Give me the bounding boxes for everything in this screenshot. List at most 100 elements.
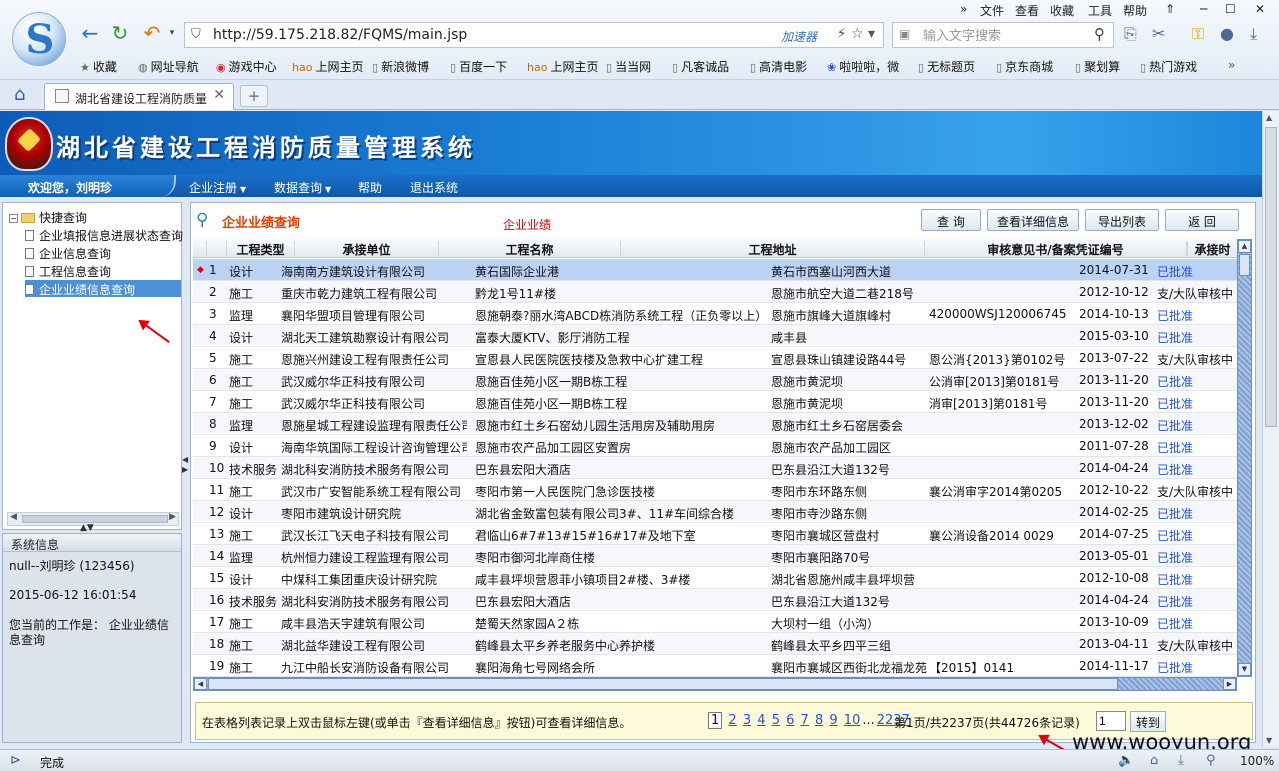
row-status[interactable]: 已批准	[1157, 571, 1237, 587]
zoom-icon[interactable]: ⚲	[1206, 753, 1216, 768]
undo-dropdown-icon[interactable]: ▾	[160, 22, 184, 46]
row-status[interactable]: 已批准	[1157, 461, 1237, 477]
scroll-thumb[interactable]	[1239, 254, 1250, 276]
fav-item[interactable]: ★ 收藏	[80, 58, 117, 75]
row-status[interactable]: 已批准	[1157, 593, 1237, 609]
collapse-sidebar-icon[interactable]: ◀ ▶	[182, 455, 188, 475]
fav-item[interactable]: ◍ 网址导航	[138, 58, 199, 75]
table-row[interactable]: 13 施工 武汉长江飞天电子科技有限公司 君临山6#7#13#15#16#17#及地下…	[193, 523, 1238, 545]
menu-enterprise-register[interactable]: 企业注册 ▼	[189, 179, 246, 196]
menu-tools[interactable]: 工具	[1088, 2, 1112, 19]
collapse-icon[interactable]: −	[9, 214, 18, 223]
table-row[interactable]: 16 技术服务 湖北科安消防技术服务有限公司 巴东县宏阳大酒店 巴东县沿江大道132号 2…	[193, 589, 1238, 611]
menu-file[interactable]: 文件	[980, 2, 1004, 19]
play-icon[interactable]: ⊳	[10, 753, 21, 768]
view-detail-button[interactable]: 查看详细信息	[987, 209, 1079, 231]
table-row[interactable]: 12 设计 枣阳市建筑设计研究院 湖北省金致富包装有限公司3#、11#车间综合楼 枣阳市…	[193, 501, 1238, 523]
row-status[interactable]: 已批准	[1157, 395, 1237, 411]
table-row[interactable]: 10 技术服务 湖北科安消防技术服务有限公司 巴东县宏阳大酒店 巴东县沿江大道132号 2…	[193, 457, 1238, 479]
maximize-icon[interactable]: ☐	[1225, 2, 1236, 16]
grid-vertical-scrollbar[interactable]: ▲ ▼	[1237, 239, 1252, 677]
tree-item-project-query[interactable]: 工程信息查询	[25, 263, 111, 280]
close-tab-icon[interactable]: ✕	[213, 87, 225, 103]
table-row[interactable]: 19 施工 九江中船长安消防设备有限公司 襄阳海角七号网络会所 襄阳市襄城区西街北龙福龙…	[193, 655, 1238, 677]
goto-page-input[interactable]	[1096, 711, 1126, 731]
header-project-address[interactable]: 工程地址	[621, 241, 925, 256]
fav-item[interactable]: ▯ 京东商城	[996, 58, 1053, 75]
key-icon[interactable]: ⚿	[1192, 24, 1204, 44]
download-manager-icon[interactable]: ⤓	[1178, 753, 1184, 768]
row-status[interactable]: 已批准	[1157, 505, 1237, 521]
scroll-up-icon[interactable]: ▲	[1266, 113, 1272, 122]
home-icon[interactable]: ⌂	[14, 84, 25, 105]
page-link-current[interactable]: 1	[708, 712, 723, 729]
header-certificate-no[interactable]: 审核意见书/备案凭证编号	[925, 241, 1187, 256]
scroll-right-icon[interactable]: ▶	[169, 512, 176, 522]
fav-item[interactable]: ▯ 新浪微博	[372, 58, 429, 75]
menu-view[interactable]: 查看	[1015, 2, 1039, 19]
row-status[interactable]: 支/大队审核中	[1157, 351, 1237, 367]
fav-item[interactable]: ▯ 无标题页	[918, 58, 975, 75]
page-link[interactable]: 10	[844, 713, 861, 728]
page-link[interactable]: 7	[801, 713, 809, 728]
fav-item[interactable]: ❀ 啦啦啦，微	[827, 58, 899, 75]
skin-icon[interactable]: ⇑	[1165, 2, 1175, 16]
menu-help[interactable]: 帮助	[1123, 2, 1147, 19]
fav-item[interactable]: ▯ 凡客诚品	[672, 58, 729, 75]
table-row[interactable]: 18 施工 湖北益华建设工程有限公司 鹤峰县太平乡养老服务中心养护楼 鹤峰县太平乡四平三…	[193, 633, 1238, 655]
fav-item[interactable]: ▯ 百度一下	[450, 58, 507, 75]
search-box[interactable]: ▣ ⚲	[892, 22, 1114, 48]
page-link[interactable]: 6	[786, 713, 794, 728]
header-type[interactable]: 工程类型	[227, 241, 295, 256]
header-project-name[interactable]: 工程名称	[439, 241, 621, 256]
fav-item[interactable]: ◉ 游戏中心	[216, 58, 277, 75]
fav-more-icon[interactable]: »	[1228, 58, 1235, 72]
table-row[interactable]: 3 监理 襄阳华盟项目管理有限公司 恩施朝泰?丽水湾ABCD栋消防系统工程（正负零以上…	[193, 303, 1238, 325]
fav-item[interactable]: ▯ 当当网	[606, 58, 651, 75]
fav-item[interactable]: ▯ 高清电影	[750, 58, 807, 75]
scroll-thumb[interactable]	[1265, 127, 1277, 427]
page-link[interactable]: 9	[829, 713, 837, 728]
scroll-down-icon[interactable]: ▼	[1266, 736, 1272, 745]
table-row[interactable]: 14 监理 杭州恒力建设工程监理有限公司 枣阳市御河北岸商住楼 枣阳市襄阳路70号 201…	[193, 545, 1238, 567]
page-link[interactable]: 5	[772, 713, 780, 728]
goto-button[interactable]: 转到	[1130, 711, 1166, 732]
tree-item-performance-query[interactable]: 企业业绩信息查询	[25, 280, 181, 297]
table-row[interactable]: 6 施工 武汉威尔华正科技有限公司 恩施百佳苑小区一期B栋工程 恩施市黄泥坝 公消审[20…	[193, 369, 1238, 391]
row-status[interactable]: 已批准	[1157, 615, 1237, 631]
scroll-down-icon[interactable]: ▼	[1238, 663, 1251, 676]
table-row[interactable]: ◆ 1 设计 海南南方建筑设计有限公司 黄石国际企业港 黄石市西塞山河西大道 2014-07…	[193, 259, 1238, 281]
table-row[interactable]: 7 施工 武汉威尔华正科技有限公司 恩施百佳苑小区一期B栋工程 恩施市黄泥坝 消审[201…	[193, 391, 1238, 413]
fav-item[interactable]: ▯ 热门游戏	[1140, 58, 1197, 75]
download-icon[interactable]: ⤓	[1250, 24, 1257, 44]
page-vertical-scrollbar[interactable]: ▲ ▼	[1262, 111, 1279, 747]
scroll-left-icon[interactable]: ◀	[10, 512, 17, 522]
close-window-icon[interactable]: ✕	[1255, 2, 1265, 16]
back-icon[interactable]: ←	[78, 22, 102, 46]
row-status[interactable]: 已批准	[1157, 417, 1237, 433]
row-status[interactable]: 已批准	[1157, 439, 1237, 455]
page-link[interactable]: 3	[743, 713, 751, 728]
row-status[interactable]: 已批准	[1157, 263, 1237, 279]
row-status[interactable]: 支/大队审核中	[1157, 483, 1237, 499]
search-input[interactable]	[923, 26, 1083, 44]
url-text[interactable]: http://59.175.218.82/FQMS/main.jsp	[213, 27, 467, 43]
export-list-button[interactable]: 导出列表	[1085, 209, 1159, 231]
row-status[interactable]: 支/大队审核中	[1157, 637, 1237, 653]
tree-item-progress-query[interactable]: 企业填报信息进展状态查询	[25, 227, 183, 244]
scissors-icon[interactable]: ✂	[1152, 24, 1165, 43]
back-button[interactable]: 返 回	[1165, 209, 1239, 231]
menu-favorites[interactable]: 收藏	[1050, 2, 1074, 19]
table-row[interactable]: 5 施工 恩施兴州建设工程有限责任公司 宣恩县人民医院医技楼及急救中心扩建工程 宣恩县珠…	[193, 347, 1238, 369]
search-icon[interactable]: ⚲	[1094, 25, 1105, 43]
row-status[interactable]: 已批准	[1157, 659, 1237, 675]
row-status[interactable]: 已批准	[1157, 329, 1237, 345]
menu-logout[interactable]: 退出系统	[410, 179, 458, 196]
menu-help-app[interactable]: 帮助	[358, 179, 382, 196]
table-row[interactable]: 2 施工 重庆市乾力建筑工程有限公司 黔龙1号11#楼 恩施市航空大道二巷218号 201…	[193, 281, 1238, 303]
page-link[interactable]: 2	[728, 713, 736, 728]
row-status[interactable]: 已批准	[1157, 527, 1237, 543]
scroll-thumb[interactable]	[208, 678, 1118, 690]
table-row[interactable]: 11 施工 武汉市广安智能系统工程有限公司 枣阳市第一人民医院门急诊医技楼 枣阳市东环路…	[193, 479, 1238, 501]
tab-current[interactable]: 湖北省建设工程消防质量 ✕	[44, 83, 234, 110]
